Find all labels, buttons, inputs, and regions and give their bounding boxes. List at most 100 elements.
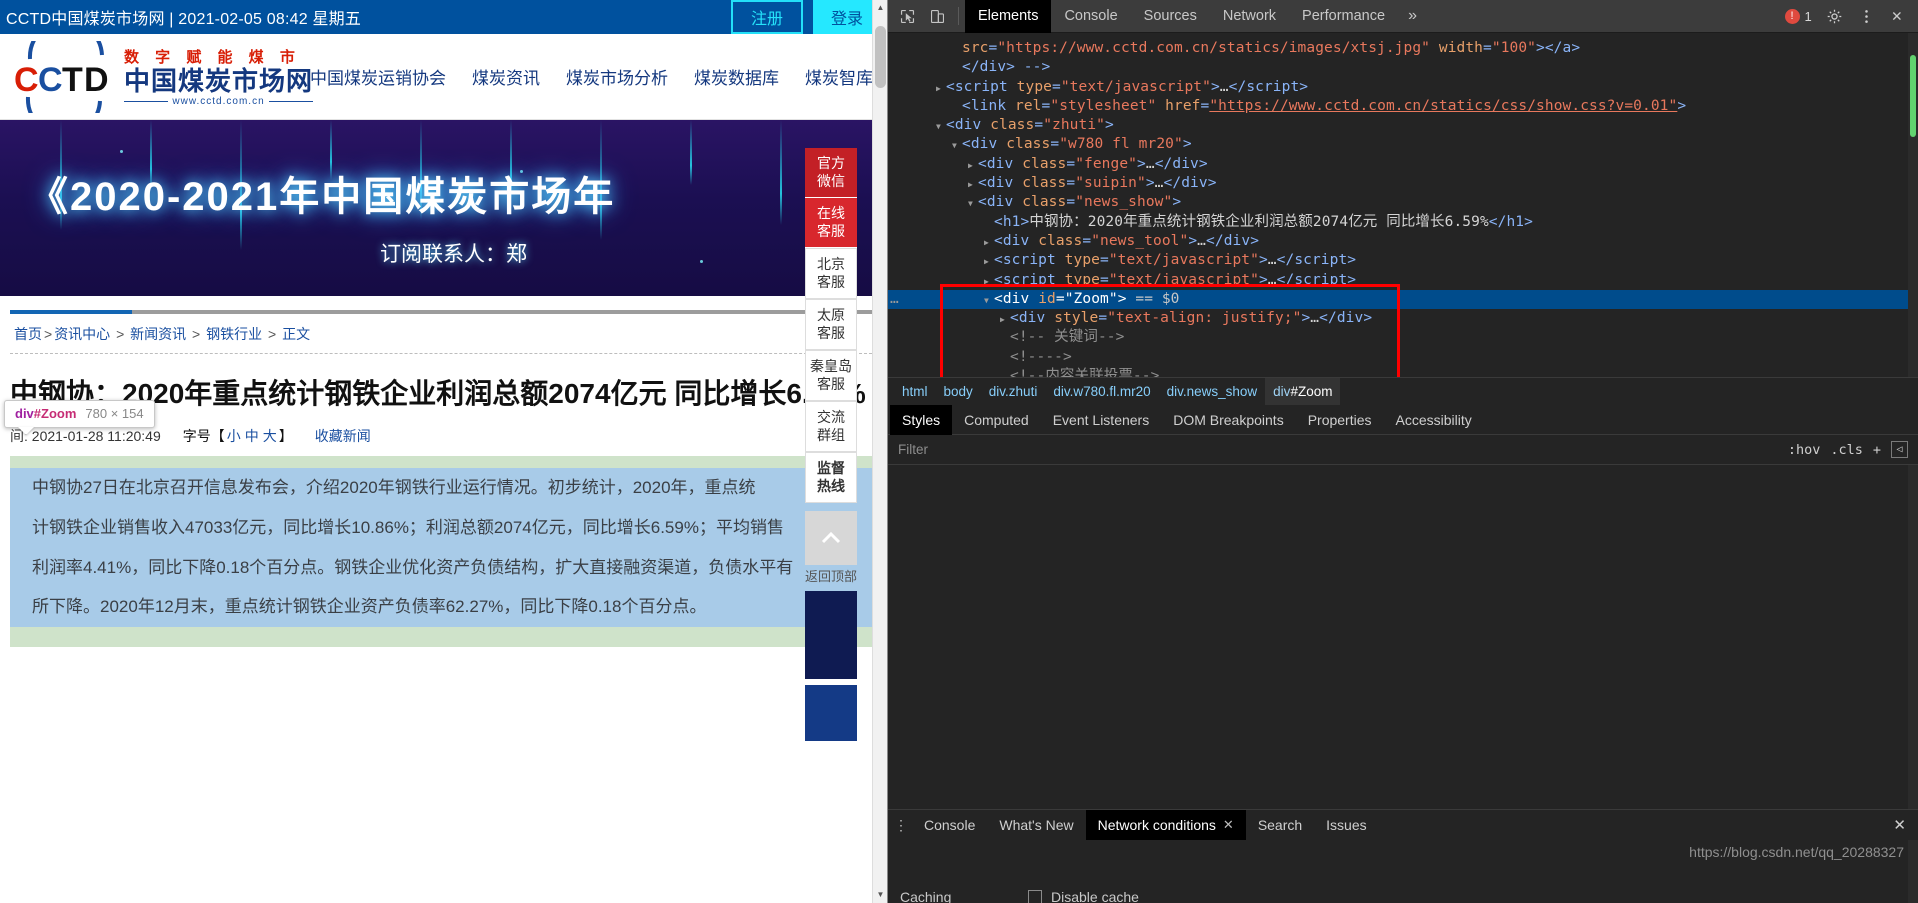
chevron-down-icon[interactable] bbox=[952, 135, 962, 155]
dom-crumb-div-zhuti[interactable]: div.zhuti bbox=[981, 378, 1046, 406]
dom-node-row[interactable]: <link rel="stylesheet" href="https://www… bbox=[888, 97, 1918, 116]
device-toggle-icon[interactable] bbox=[922, 3, 952, 30]
drawer-kebab-icon[interactable]: ⋮ bbox=[890, 817, 912, 834]
sidetab-accessibility[interactable]: Accessibility bbox=[1384, 405, 1484, 435]
rail-item-hotline[interactable]: 监督 热线 bbox=[805, 452, 857, 503]
chevron-right-icon[interactable] bbox=[968, 155, 978, 175]
favorite-news-link[interactable]: 收藏新闻 bbox=[315, 426, 371, 446]
new-style-rule-button[interactable]: + bbox=[1873, 442, 1881, 458]
sidetab-styles[interactable]: Styles bbox=[890, 404, 953, 435]
font-size-large[interactable]: 大 bbox=[263, 428, 277, 444]
dom-node-row[interactable]: <div class="fenge">…</div> bbox=[888, 155, 1918, 174]
back-to-top-button[interactable] bbox=[805, 511, 857, 565]
dom-node-row[interactable]: <script type="text/javascript">…</script… bbox=[888, 78, 1918, 97]
drawer-close-icon[interactable]: ✕ bbox=[1881, 816, 1918, 834]
chevron-down-icon[interactable] bbox=[968, 193, 978, 213]
hov-toggle[interactable]: :hov bbox=[1788, 442, 1821, 458]
page-scrollbar[interactable]: ▲ ▼ bbox=[872, 0, 887, 903]
login-button[interactable]: 登录 bbox=[812, 0, 881, 34]
dom-crumb-html[interactable]: html bbox=[894, 378, 936, 406]
drawer-tab-network-conditions[interactable]: Network conditions ✕ bbox=[1085, 810, 1246, 840]
styles-scrollbar[interactable] bbox=[1908, 465, 1918, 809]
dom-node-row[interactable]: <!--内容关联投票--> bbox=[888, 367, 1918, 377]
rail-item-taiyuan[interactable]: 太原 客服 bbox=[805, 299, 857, 350]
dom-tree-container[interactable]: src = "https://www.cctd.com.cn/statics/ima… bbox=[888, 33, 1918, 377]
inspect-cursor-icon[interactable] bbox=[892, 3, 922, 30]
chevron-right-icon[interactable] bbox=[968, 174, 978, 194]
scroll-down-arrow[interactable]: ▼ bbox=[873, 887, 887, 903]
dom-node-row[interactable]: <script type="text/javascript">…</script… bbox=[888, 271, 1918, 290]
close-icon[interactable]: ✕ bbox=[1884, 6, 1910, 26]
dom-node-row[interactable]: src = "https://www.cctd.com.cn/statics/ima… bbox=[888, 39, 1918, 58]
cls-toggle[interactable]: .cls bbox=[1830, 442, 1863, 458]
dom-crumb-div-zoom[interactable]: div #Zoom bbox=[1265, 377, 1341, 406]
drawer-scrollbar[interactable] bbox=[1908, 840, 1918, 903]
sidetab-dom-breakpoints[interactable]: DOM Breakpoints bbox=[1161, 405, 1295, 435]
nav-item-0[interactable]: 中国煤炭运销协会 bbox=[310, 64, 446, 89]
dom-node-row[interactable]: <div style="text-align: justify;">…</div… bbox=[888, 309, 1918, 328]
drawer-tab-issues[interactable]: Issues bbox=[1314, 810, 1378, 840]
scroll-up-arrow[interactable]: ▲ bbox=[873, 0, 887, 16]
dom-node-row[interactable]: <!----> bbox=[888, 348, 1918, 367]
font-size-medium[interactable]: 中 bbox=[245, 428, 259, 444]
chevron-right-icon[interactable] bbox=[984, 232, 994, 252]
rail-item-beijing[interactable]: 北京 客服 bbox=[805, 248, 857, 299]
nav-item-1[interactable]: 煤炭资讯 bbox=[472, 64, 540, 89]
kebab-icon[interactable] bbox=[1852, 3, 1882, 30]
chevron-right-icon[interactable] bbox=[984, 251, 994, 271]
nav-item-2[interactable]: 煤炭市场分析 bbox=[566, 64, 668, 89]
dom-scrollbar[interactable] bbox=[1908, 33, 1918, 377]
tab-console[interactable]: Console bbox=[1051, 0, 1130, 33]
styles-filter-input[interactable]: Filter bbox=[898, 442, 928, 457]
styles-pane[interactable] bbox=[888, 465, 1918, 809]
font-size-small[interactable]: 小 bbox=[227, 428, 241, 444]
drawer-tab-search[interactable]: Search bbox=[1246, 810, 1314, 840]
dom-crumb-div-news-show[interactable]: div.news_show bbox=[1159, 378, 1266, 406]
rail-item-group[interactable]: 交流 群组 bbox=[805, 401, 857, 452]
dom-node-row[interactable]: <h1>中钢协：2020年重点统计钢铁企业利润总额2074亿元 同比增长6.59… bbox=[888, 213, 1918, 232]
register-button[interactable]: 注册 bbox=[730, 0, 803, 34]
dom-crumb-body[interactable]: body bbox=[936, 378, 981, 406]
dom-node-row[interactable]: <!-- 关键词--> bbox=[888, 328, 1918, 347]
tab-elements[interactable]: Elements bbox=[965, 0, 1052, 33]
sidetab-event-listeners[interactable]: Event Listeners bbox=[1041, 405, 1162, 435]
more-tabs-icon[interactable]: » bbox=[1398, 7, 1427, 25]
tab-performance[interactable]: Performance bbox=[1289, 0, 1398, 33]
tab-network[interactable]: Network bbox=[1210, 0, 1289, 33]
drawer-tab-whats-new[interactable]: What's New bbox=[987, 810, 1085, 840]
breadcrumb-item-2[interactable]: 钢铁行业 bbox=[206, 326, 262, 342]
chevron-down-icon[interactable] bbox=[936, 116, 946, 136]
drawer-tab-console[interactable]: Console bbox=[912, 810, 987, 840]
dom-node-row[interactable]: <div class="w780 fl mr20"> bbox=[888, 135, 1918, 154]
page-scroll-thumb[interactable] bbox=[875, 26, 886, 88]
rail-item-wechat[interactable]: 官方 微信 bbox=[805, 148, 857, 198]
nav-item-4[interactable]: 煤炭智库 bbox=[805, 64, 873, 89]
error-count-badge[interactable]: ! 1 bbox=[1784, 8, 1818, 24]
nav-item-3[interactable]: 煤炭数据库 bbox=[694, 64, 779, 89]
rail-item-online-cs[interactable]: 在线 客服 bbox=[805, 198, 857, 248]
rail-item-qinhuangdao[interactable]: 秦皇岛 客服 bbox=[805, 350, 857, 401]
sidetab-properties[interactable]: Properties bbox=[1296, 405, 1384, 435]
dom-node-row[interactable]: <div class="zhuti"> bbox=[888, 116, 1918, 135]
rail-ad-thumbnail-2[interactable] bbox=[805, 684, 857, 741]
dom-node-row[interactable]: </div> --> bbox=[888, 58, 1918, 77]
dom-crumb-div-w780[interactable]: div.w780.fl.mr20 bbox=[1045, 378, 1158, 406]
chevron-down-icon[interactable] bbox=[984, 290, 994, 310]
dom-node-row[interactable]: <div class="news_tool">…</div> bbox=[888, 232, 1918, 251]
sidetab-computed[interactable]: Computed bbox=[952, 405, 1041, 435]
dom-node-row[interactable]: <div class="news_show"> bbox=[888, 193, 1918, 212]
rail-ad-thumbnail[interactable] bbox=[805, 590, 857, 679]
dom-node-row-selected[interactable]: … <div id="Zoom"> == $0 bbox=[888, 289, 1918, 310]
dom-scroll-thumb[interactable] bbox=[1910, 55, 1916, 137]
promo-banner[interactable]: 《2020-2021年中国煤炭市场年 订阅联系人：郑 bbox=[0, 120, 887, 296]
tab-sources[interactable]: Sources bbox=[1131, 0, 1210, 33]
gear-icon[interactable] bbox=[1820, 3, 1850, 30]
chevron-right-icon[interactable] bbox=[984, 271, 994, 291]
dom-node-row[interactable]: <script type="text/javascript">…</script… bbox=[888, 251, 1918, 270]
breadcrumb-home[interactable]: 首页 bbox=[14, 326, 42, 342]
toggle-sidebar-icon[interactable]: ◁ bbox=[1891, 441, 1908, 458]
drawer-tab-close-icon[interactable]: ✕ bbox=[1223, 817, 1234, 833]
chevron-right-icon[interactable] bbox=[1000, 309, 1010, 329]
breadcrumb-item-1[interactable]: 新闻资讯 bbox=[130, 326, 186, 342]
dom-node-row[interactable]: <div class="suipin">…</div> bbox=[888, 174, 1918, 193]
